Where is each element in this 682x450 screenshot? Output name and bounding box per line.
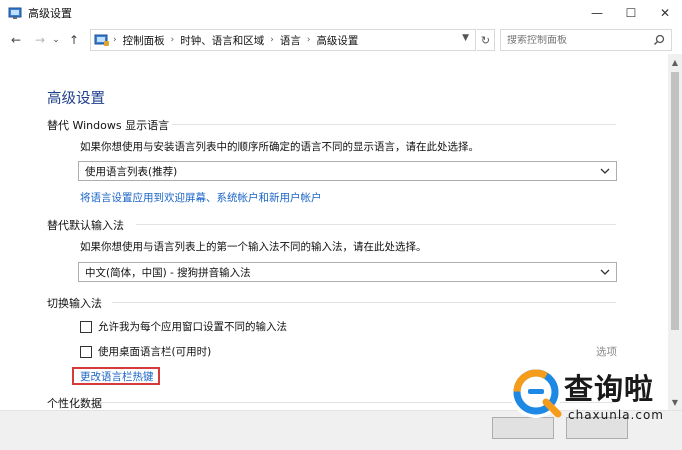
language-bar-label: 使用桌面语言栏(可用时)	[98, 346, 212, 358]
section-heading-default-input: 替代默认输入法	[47, 219, 124, 232]
crumb-separator: ›	[170, 35, 175, 45]
watermark-cn-text: 查询啦	[564, 372, 655, 406]
display-language-select[interactable]: 使用语言列表(推荐)	[78, 161, 617, 181]
search-box[interactable]	[500, 29, 672, 51]
scroll-thumb[interactable]	[671, 72, 679, 330]
maximize-button[interactable]: ☐	[614, 0, 648, 26]
per-app-input-label: 允许我为每个应用窗口设置不同的输入法	[98, 321, 287, 333]
chevron-down-icon: ⌄	[52, 35, 60, 45]
crumb-separator: ›	[113, 35, 117, 45]
section-divider	[172, 124, 616, 125]
refresh-button[interactable]: ↻	[477, 29, 495, 51]
refresh-icon: ↻	[480, 33, 491, 47]
search-icon[interactable]	[653, 34, 665, 46]
watermark: 查询啦 chaxunla.com	[500, 362, 676, 438]
section-divider	[136, 224, 616, 225]
breadcrumb-advanced-settings[interactable]: 高级设置	[316, 33, 358, 48]
breadcrumb-control-panel[interactable]: 控制面板 ›	[123, 33, 175, 48]
breadcrumb-clock-language-region[interactable]: 时钟、语言和区域 ›	[180, 33, 274, 48]
address-bar[interactable]: › 控制面板 › 时钟、语言和区域 › 语言 › 高级设置 ▼	[90, 29, 476, 51]
watermark-en-text: chaxunla.com	[568, 408, 664, 422]
section-divider	[112, 302, 616, 303]
minimize-icon: —	[591, 6, 603, 20]
window-controls: — ☐ ✕	[580, 0, 682, 26]
back-button[interactable]: ←	[6, 30, 26, 50]
language-bar-options-link[interactable]: 选项	[596, 344, 617, 359]
default-input-select[interactable]: 中文(简体，中国) - 搜狗拼音输入法	[78, 262, 617, 282]
chevron-down-icon	[600, 168, 610, 174]
navigation-bar: ← → ⌄ ↑ › 控制面板 › 时钟、语言和区域 › 语言 › 高级设置 ▼ ↻	[0, 26, 682, 54]
crumb-separator: ›	[306, 35, 311, 45]
section-heading-personalization: 个性化数据	[47, 397, 102, 410]
main-content: 高级设置 替代 Windows 显示语言 如果你想使用与安装语言列表中的顺序所确…	[0, 60, 668, 410]
close-button[interactable]: ✕	[648, 0, 682, 26]
apply-language-settings-link[interactable]: 将语言设置应用到欢迎屏幕、系统帐户和新用户帐户	[80, 190, 322, 205]
display-language-description: 如果你想使用与安装语言列表中的顺序所确定的语言不同的显示语言，请在此处选择。	[80, 141, 479, 153]
default-input-description: 如果你想使用与语言列表上的第一个输入法不同的输入法，请在此处选择。	[80, 241, 427, 253]
close-icon: ✕	[659, 6, 671, 20]
checkbox-row-per-app-input[interactable]: 允许我为每个应用窗口设置不同的输入法	[80, 319, 287, 334]
forward-button[interactable]: →	[30, 30, 50, 50]
search-input[interactable]	[507, 34, 647, 46]
vertical-scrollbar[interactable]: ▲ ▼	[668, 54, 682, 410]
control-panel-icon	[8, 7, 22, 19]
scroll-up-arrow-icon[interactable]: ▲	[668, 56, 682, 68]
up-button[interactable]: ↑	[64, 30, 84, 50]
page-title: 高级设置	[47, 91, 105, 107]
language-bar-checkbox[interactable]	[80, 345, 92, 358]
crumb-separator: ›	[270, 35, 274, 45]
maximize-icon: ☐	[625, 6, 637, 20]
address-dropdown-icon[interactable]: ▼	[462, 33, 469, 43]
chevron-down-icon	[600, 269, 610, 275]
section-heading-display-language: 替代 Windows 显示语言	[47, 119, 170, 132]
checkbox-row-language-bar[interactable]: 使用桌面语言栏(可用时)	[80, 344, 211, 359]
change-language-bar-hotkeys-link[interactable]: 更改语言栏热键	[80, 369, 154, 384]
minimize-button[interactable]: —	[580, 0, 614, 26]
arrow-up-icon: ↑	[68, 33, 80, 47]
default-input-selected: 中文(简体，中国) - 搜狗拼音输入法	[85, 266, 251, 279]
breadcrumb-language[interactable]: 语言 ›	[280, 33, 311, 48]
control-panel-icon	[94, 34, 109, 46]
title-bar: 高级设置 — ☐ ✕	[0, 0, 682, 26]
watermark-logo-icon	[510, 366, 562, 418]
section-heading-switch-input: 切换输入法	[47, 297, 102, 310]
window-title: 高级设置	[28, 7, 72, 20]
arrow-right-icon: →	[34, 33, 46, 47]
recent-locations-button[interactable]: ⌄	[50, 30, 62, 50]
per-app-input-checkbox[interactable]	[80, 320, 92, 333]
display-language-selected: 使用语言列表(推荐)	[85, 165, 178, 178]
arrow-left-icon: ←	[10, 33, 22, 47]
